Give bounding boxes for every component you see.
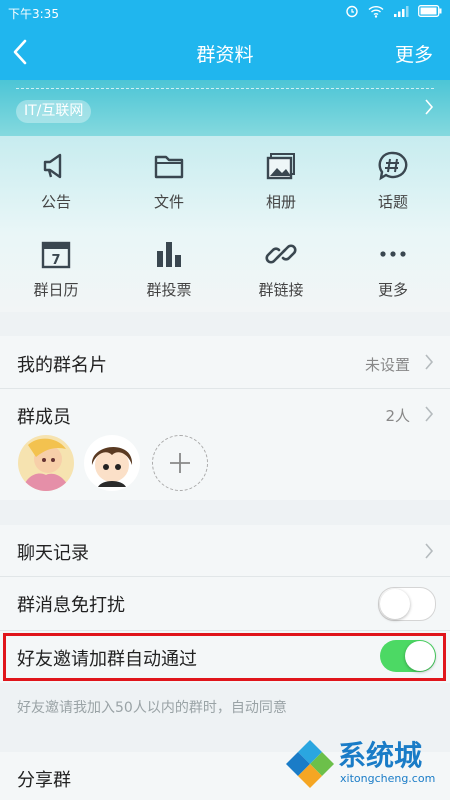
mute-row: 群消息免打扰 (0, 577, 450, 630)
group-card-label: 我的群名片 (17, 355, 107, 376)
add-member-button[interactable] (152, 435, 208, 491)
page-title: 群资料 (196, 44, 254, 66)
mute-toggle[interactable] (378, 587, 436, 621)
feature-grid: 公告 文件 相册 话题 7 群日历 群投票 群链接 更多 (0, 136, 450, 312)
chevron-right-icon (425, 406, 434, 422)
feature-link[interactable]: 群链接 (225, 224, 337, 312)
more-button[interactable]: 更多 (395, 40, 433, 67)
group-card-value: 未设置 (364, 356, 410, 374)
wifi-icon (368, 5, 384, 18)
watermark: 系统城 xitongcheng.com (282, 730, 450, 800)
share-group-label: 分享群 (17, 770, 71, 791)
photo-album-icon (266, 153, 295, 180)
feature-album[interactable]: 相册 (225, 136, 337, 224)
group-card-row[interactable]: 我的群名片 未设置 (0, 336, 450, 388)
chevron-right-icon (425, 543, 434, 559)
banner-divider (16, 88, 434, 89)
members-label: 群成员 (17, 407, 71, 428)
category-tag: IT/互联网 (16, 100, 92, 123)
link-icon (265, 244, 297, 264)
feature-label: 话题 (377, 193, 408, 211)
vote-icon (157, 242, 181, 267)
feature-vote[interactable]: 群投票 (113, 224, 225, 312)
status-time: 下午3:35 (8, 7, 59, 21)
group-banner[interactable]: IT/互联网 (0, 80, 450, 136)
nav-bar: 群资料 更多 (0, 24, 450, 80)
more-dots-icon (380, 251, 406, 257)
feature-announcement[interactable]: 公告 (0, 136, 112, 224)
feature-label: 文件 (153, 193, 184, 211)
folder-icon (154, 155, 184, 179)
feature-label: 群链接 (258, 281, 304, 299)
auto-accept-hint: 好友邀请我加入50人以内的群时，自动同意 (17, 700, 287, 716)
member-avatar-image (18, 435, 74, 491)
chat-history-row[interactable]: 聊天记录 (0, 525, 450, 576)
calendar-icon: 7 (41, 241, 71, 269)
member-section: 我的群名片 未设置 群成员 2人 (0, 336, 450, 500)
chat-history-label: 聊天记录 (17, 543, 89, 564)
feature-label: 更多 (377, 281, 408, 299)
feature-topic[interactable]: 话题 (337, 136, 449, 224)
members-row[interactable]: 群成员 2人 (0, 389, 450, 500)
plus-icon (170, 453, 190, 473)
toggle-knob (380, 589, 410, 619)
avatar[interactable] (84, 435, 140, 491)
alarm-icon (346, 5, 358, 18)
watermark-name: 系统城 (338, 739, 423, 772)
feature-calendar[interactable]: 7 群日历 (0, 224, 112, 312)
topic-icon (378, 151, 408, 181)
watermark-logo-icon (286, 740, 334, 788)
feature-label: 公告 (40, 193, 71, 211)
chevron-right-icon (425, 354, 434, 370)
feature-label: 相册 (265, 193, 296, 211)
watermark-site: xitongcheng.com (340, 772, 436, 785)
status-bar: 下午3:35 (0, 0, 450, 24)
members-count: 2人 (385, 407, 410, 425)
signal-icon (394, 5, 409, 17)
megaphone-icon (43, 153, 62, 179)
feature-files[interactable]: 文件 (113, 136, 225, 224)
feature-more[interactable]: 更多 (337, 224, 449, 312)
calendar-day: 7 (51, 253, 60, 268)
feature-label: 群投票 (146, 281, 192, 299)
feature-label: 群日历 (33, 281, 79, 299)
mute-label: 群消息免打扰 (17, 595, 125, 616)
highlight-box (3, 633, 446, 681)
battery-icon (418, 5, 442, 17)
chevron-right-icon (425, 99, 434, 115)
member-avatar-image (84, 435, 140, 491)
avatar[interactable] (18, 435, 74, 491)
